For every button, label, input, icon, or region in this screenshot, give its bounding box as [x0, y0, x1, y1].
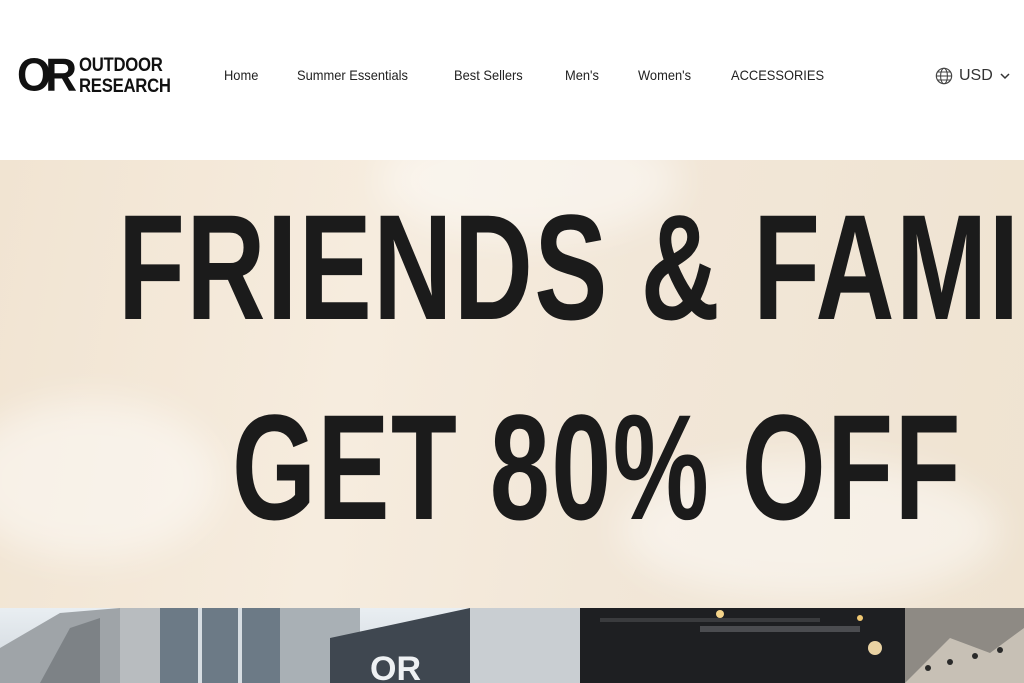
store-photo: OR — [0, 608, 1024, 683]
promo-banner[interactable]: FRIENDS & FAMILY GET 80% OFF — [0, 160, 1024, 608]
logo-line-1: OUTDOOR — [79, 55, 163, 76]
main-nav: Home Summer Essentials Best Sellers Men'… — [224, 64, 868, 86]
logo-mark: OR — [17, 49, 77, 102]
store-sign-text: OR — [370, 650, 421, 683]
nav-item-best-sellers[interactable]: Best Sellers — [454, 67, 523, 83]
storefront-image: OR — [0, 608, 1024, 683]
nav-item-mens[interactable]: Men's — [565, 67, 599, 83]
nav-item-home[interactable]: Home — [224, 67, 258, 83]
chevron-down-icon — [1000, 73, 1010, 80]
currency-value: USD — [959, 67, 993, 84]
site-header: OR OUTDOOR RESEARCH Home Summer Essentia… — [0, 0, 1024, 160]
nav-item-accessories[interactable]: ACCESSORIES — [731, 67, 824, 83]
promo-subheadline: GET 80% OFF — [232, 383, 962, 551]
globe-icon — [935, 67, 953, 85]
nav-item-womens[interactable]: Women's — [638, 67, 691, 83]
promo-headline: FRIENDS & FAMILY — [118, 183, 1024, 351]
brand-logo[interactable]: OR OUTDOOR RESEARCH — [17, 50, 183, 102]
nav-item-summer-essentials[interactable]: Summer Essentials — [297, 67, 408, 83]
logo-line-2: RESEARCH — [79, 76, 171, 97]
currency-selector[interactable]: USD — [935, 64, 1011, 88]
logo-wordmark: OUTDOOR RESEARCH — [79, 55, 171, 97]
